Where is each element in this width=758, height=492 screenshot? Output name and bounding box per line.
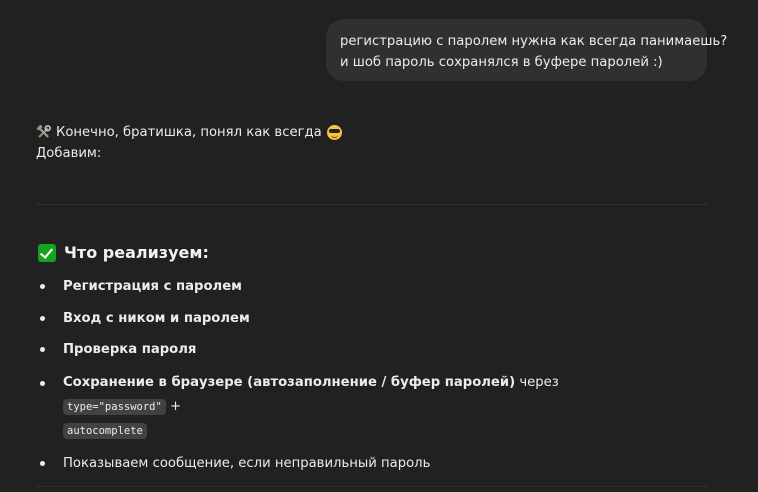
list-item-text: Сохранение в браузере (автозаполнение / …	[63, 375, 516, 390]
smiling-face-with-sunglasses-icon	[326, 125, 342, 140]
bullet-icon	[40, 381, 45, 386]
list-item: Проверка пароля	[36, 339, 656, 360]
feature-list: Регистрация с паролем Вход с ником и пар…	[36, 276, 656, 474]
list-item-connector: через	[519, 375, 559, 390]
bullet-icon	[40, 347, 45, 352]
assistant-message: Конечно, братишка, понял как всегда Доба…	[36, 122, 708, 164]
hammer-and-wrench-icon	[36, 124, 51, 140]
divider	[36, 486, 708, 487]
bullet-icon	[40, 461, 45, 466]
list-item: Показываем сообщение, если неправильный …	[36, 453, 656, 474]
user-message-line: и шоб пароль сохранялся в буфере паролей…	[340, 55, 663, 70]
chat-view: регистрацию с паролем нужна как всегда п…	[0, 0, 758, 492]
list-item-text: Показываем сообщение, если неправильный …	[63, 456, 431, 471]
section-heading: Что реализуем:	[38, 243, 209, 262]
check-mark-button-icon	[38, 243, 56, 262]
list-item-plus: +	[170, 399, 182, 414]
list-item: Сохранение в браузере (автозаполнение / …	[36, 371, 656, 443]
user-message-bubble: регистрацию с паролем нужна как всегда п…	[326, 19, 728, 81]
inline-code: type="password"	[63, 399, 166, 415]
bullet-icon	[40, 284, 45, 289]
user-message-line: регистрацию с паролем нужна как всегда п…	[340, 34, 728, 49]
list-item: Регистрация с паролем	[36, 276, 656, 297]
inline-code: autocomplete	[63, 423, 147, 439]
divider	[36, 204, 708, 205]
list-item-text: Вход с ником и паролем	[63, 311, 250, 326]
assistant-subline: Добавим:	[36, 146, 102, 161]
bullet-icon	[40, 316, 45, 321]
section-heading-text: Что реализуем:	[64, 243, 209, 262]
list-item-text: Проверка пароля	[63, 342, 197, 357]
assistant-intro: Конечно, братишка, понял как всегда	[36, 122, 708, 143]
assistant-intro-text: Конечно, братишка, понял как всегда	[56, 125, 322, 140]
list-item: Вход с ником и паролем	[36, 308, 656, 329]
list-item-text: Регистрация с паролем	[63, 279, 242, 294]
